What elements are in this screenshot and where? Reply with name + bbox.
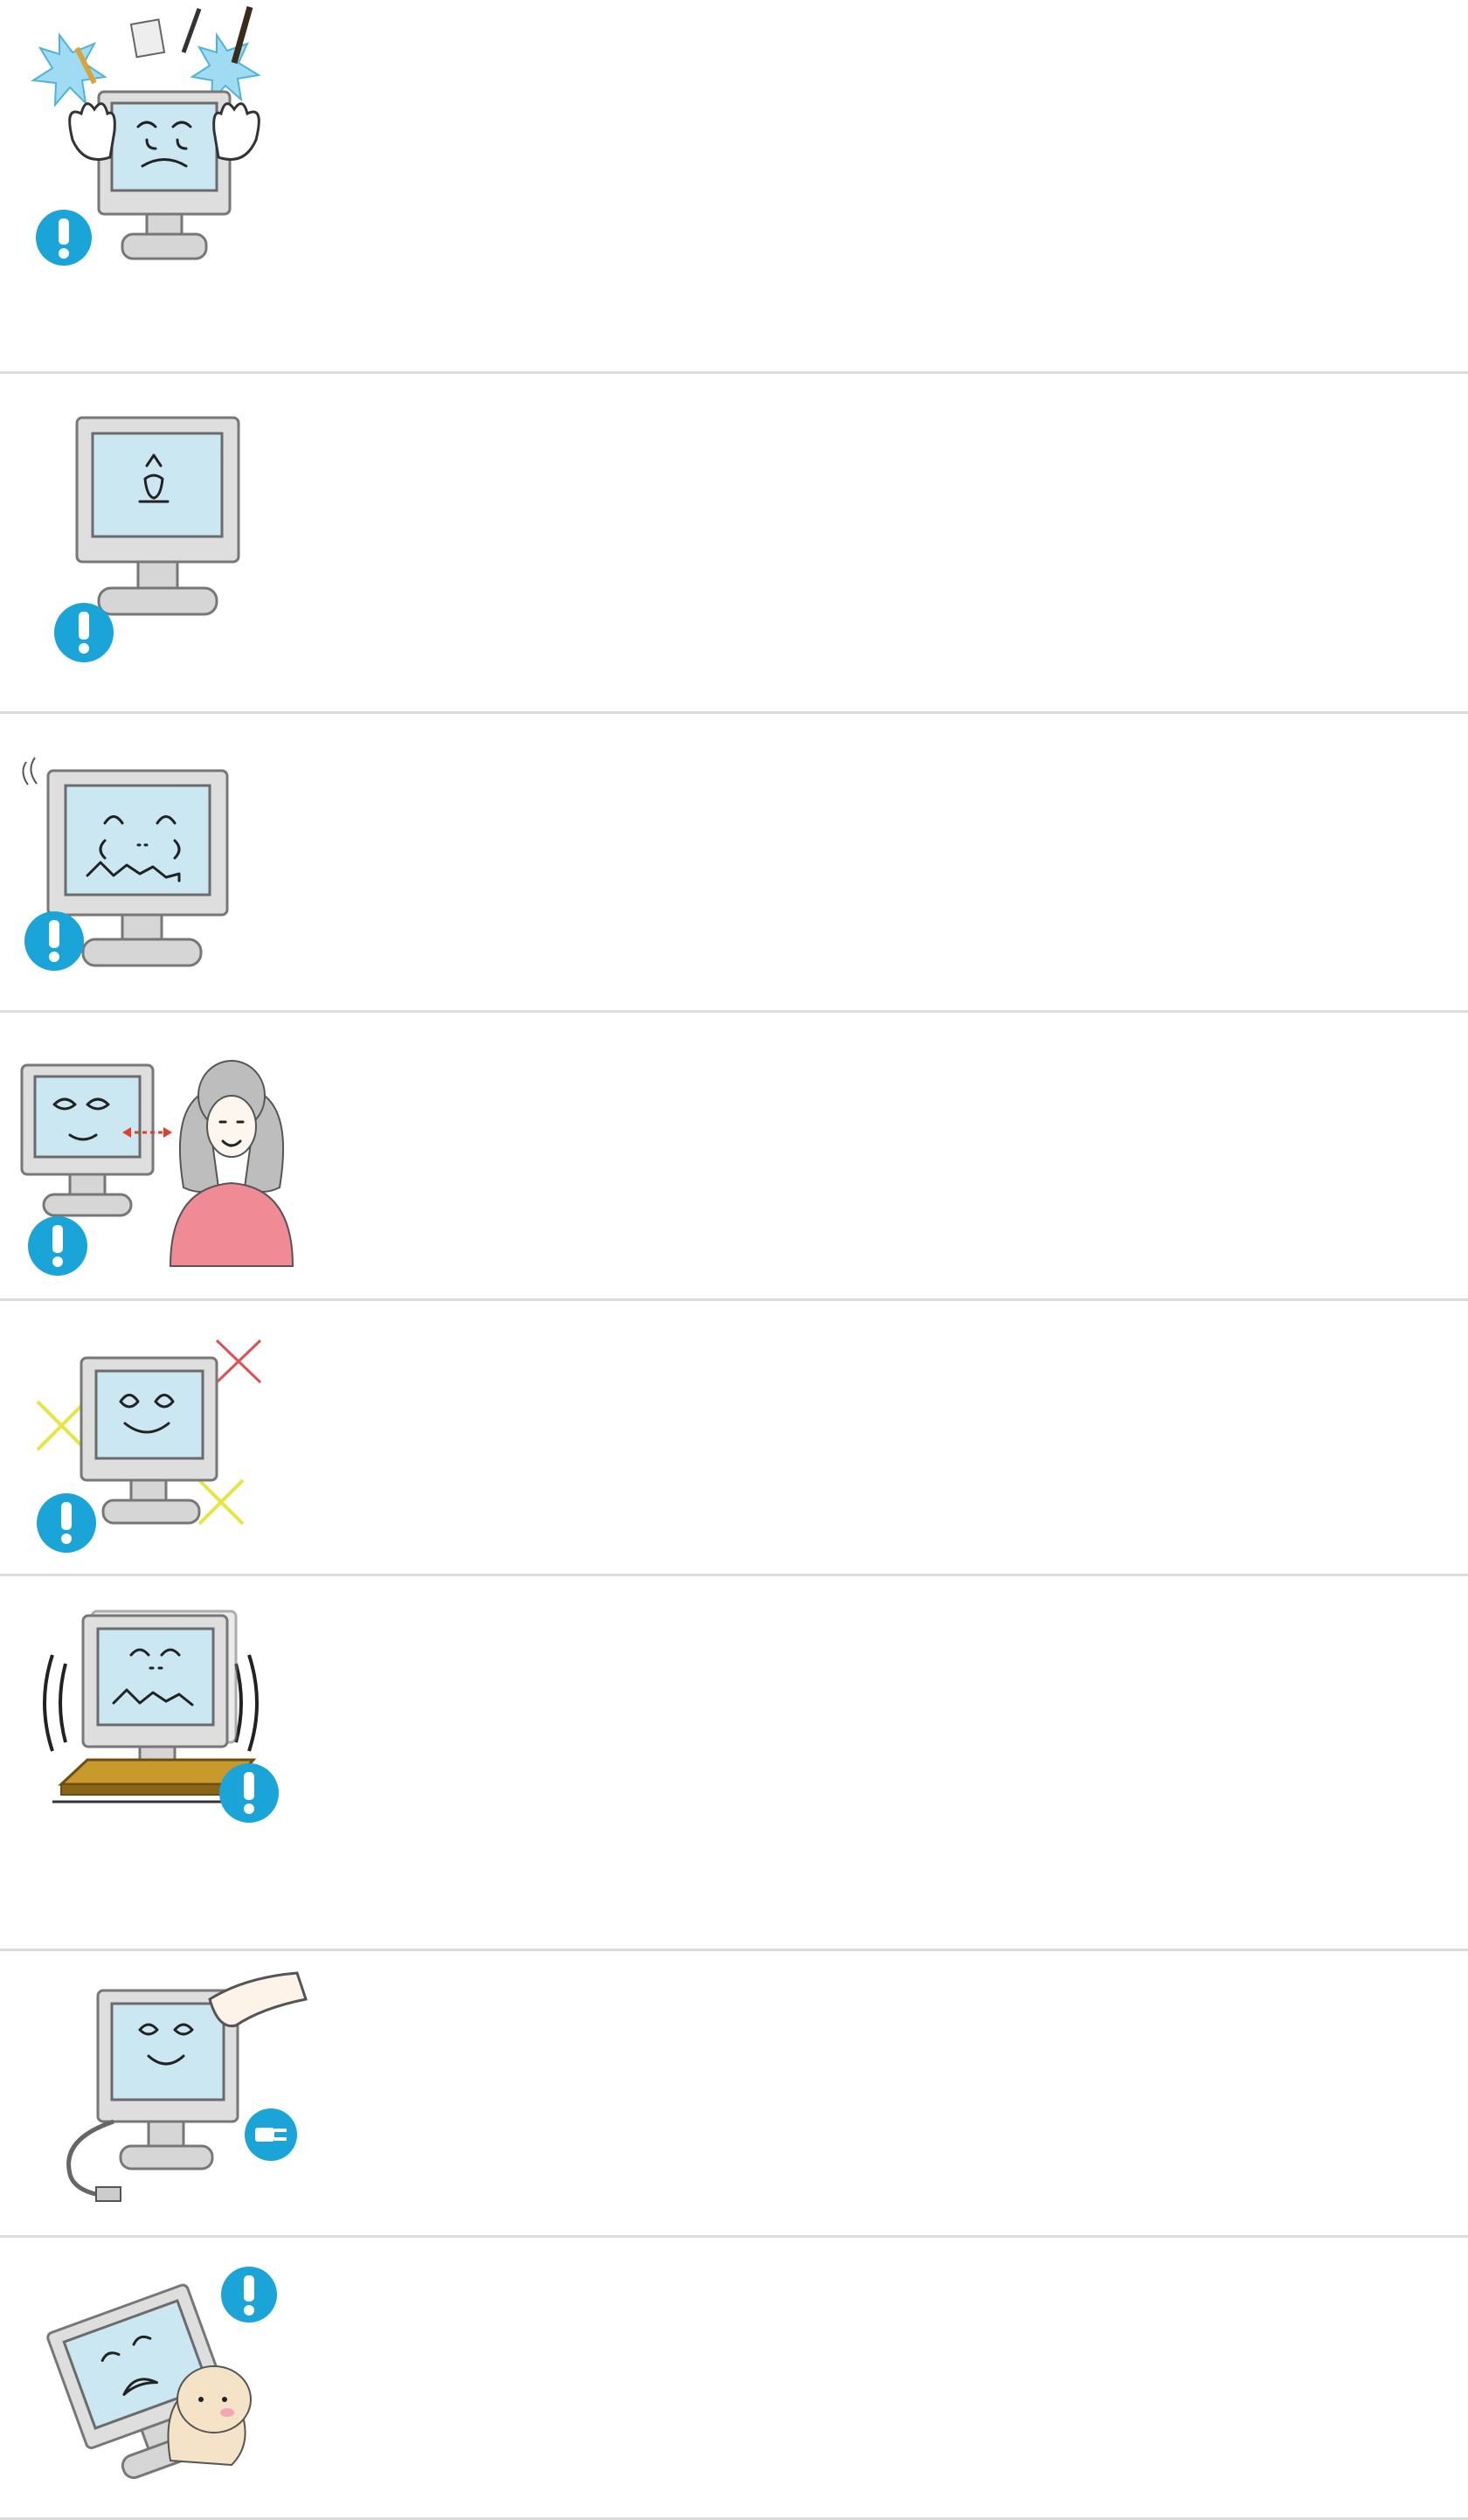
monitor-placement-warning-illustration: [36, 1339, 262, 1553]
exclamation-icon: [221, 2267, 277, 2323]
exclamation-icon: [37, 1493, 96, 1553]
monitor-with-foreign-objects-illustration: [31, 6, 261, 266]
monitor-falling-on-child-illustration: [46, 2267, 277, 2480]
caution-row-low-frequency: [0, 714, 1468, 1010]
caution-row-placement: [0, 1301, 1468, 1574]
exclamation-icon: [36, 210, 92, 266]
exclamation-icon: [219, 1763, 279, 1823]
exclamation-icon: [24, 911, 84, 971]
monitor-and-viewer-illustration: [20, 1060, 294, 1276]
monitor-distressed-illustration: [22, 757, 229, 971]
caution-row-child-safety: [0, 2238, 1468, 2520]
monitor-on-shaking-surface-illustration: [43, 1610, 279, 1823]
exclamation-icon: [28, 1216, 87, 1276]
caution-row-viewing-distance: [0, 1013, 1468, 1298]
caution-row-unstable-surface: [0, 1576, 1468, 1949]
caution-row-static-image: [0, 374, 1468, 711]
unplug-icon: [245, 2108, 297, 2161]
monitor-with-static-image-illustration: [54, 416, 240, 662]
caution-row-cleaning-unplug: [0, 1951, 1468, 2235]
exclamation-icon: [54, 603, 114, 662]
monitor-wipe-and-unplug-illustration: [66, 1971, 308, 2202]
caution-row-foreign-objects: [0, 0, 1468, 371]
